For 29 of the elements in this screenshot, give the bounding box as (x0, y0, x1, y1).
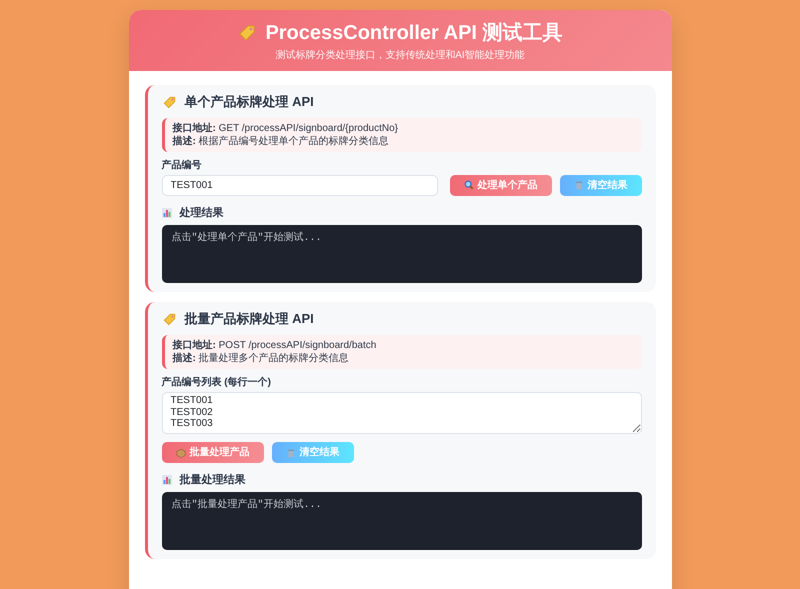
tag-icon (162, 312, 176, 328)
button[interactable]: 清空结果 (272, 442, 354, 464)
tag-icon (237, 23, 258, 43)
result-title: 处理结果 (180, 206, 224, 220)
search-icon (464, 180, 474, 190)
tag-icon (162, 94, 176, 110)
button[interactable]: 清空结果 (560, 174, 642, 196)
info-line: 描述: 批量处理多个产品的标牌分类信息 (172, 352, 350, 366)
button[interactable]: 批量处理产品 (162, 442, 264, 464)
page-subtitle: 测试标牌分类处理接口，支持传统处理和AI智能处理功能 (274, 49, 526, 62)
bar-chart-icon (162, 208, 172, 218)
result-output: 点击"批量处理产品"开始测试... (162, 492, 642, 550)
info-line: 接口地址: GET /processAPI/signboard/{productNo} (172, 122, 399, 135)
bar-chart-icon (162, 475, 172, 486)
input-field[interactable]: TEST001 (162, 174, 438, 196)
field-label: 产品编号 (162, 158, 202, 172)
field-label: 产品编号列表 (每行一个) (162, 376, 272, 390)
info-line: 接口地址: POST /processAPI/signboard/batch (172, 339, 378, 352)
button[interactable]: 处理单个产品 (450, 174, 552, 196)
section-title: 单个产品标牌处理 API (184, 94, 314, 111)
info-line: 描述: 根据产品编号处理单个产品的标牌分类信息 (172, 134, 390, 148)
box-icon (176, 448, 186, 458)
result-output: 点击"处理单个产品"开始测试... (162, 225, 642, 284)
section-title: 批量产品标牌处理 API (184, 311, 314, 328)
trash-icon (286, 448, 296, 458)
trash-icon (574, 180, 584, 190)
page-title: ProcessController API 测试工具 (265, 21, 563, 45)
result-title: 批量处理结果 (180, 473, 246, 488)
input-field[interactable]: TEST001 TEST002 TEST003 (162, 392, 642, 434)
